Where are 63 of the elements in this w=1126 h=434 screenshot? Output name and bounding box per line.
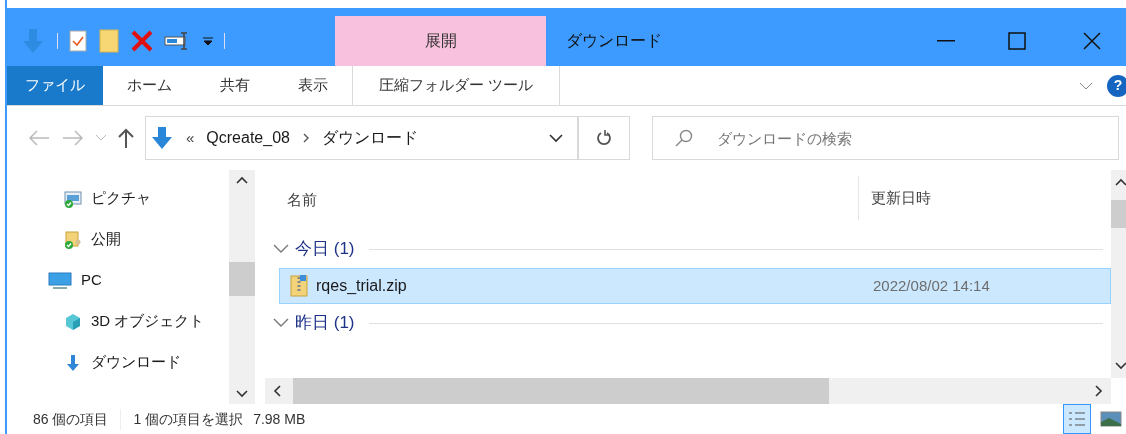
scroll-up-icon[interactable] <box>236 176 248 184</box>
scroll-up-icon[interactable] <box>1115 178 1126 186</box>
refresh-button[interactable] <box>578 116 630 160</box>
address-bar[interactable]: « Qcreate_08 ダウンロード <box>145 116 578 160</box>
computer-icon <box>47 270 73 291</box>
search-icon <box>674 128 694 148</box>
item-count: 86 個の項目 <box>33 408 122 430</box>
details-view-button[interactable] <box>1063 404 1091 434</box>
scroll-right-icon[interactable] <box>1095 385 1103 397</box>
refresh-icon <box>596 129 612 147</box>
group-header[interactable]: 今日 (1) <box>295 236 355 262</box>
selection-size: 7.98 MB <box>253 409 306 429</box>
path-overflow[interactable]: « <box>186 126 195 150</box>
file-name: rqes_trial.zip <box>316 276 407 296</box>
scrollbar-thumb[interactable] <box>293 378 829 404</box>
scrollbar-thumb[interactable] <box>1111 200 1126 228</box>
nav-scrollbar[interactable] <box>229 170 255 404</box>
nav-item[interactable]: 公開 <box>7 219 229 260</box>
caret-icon[interactable] <box>549 133 563 143</box>
shared-folder-icon <box>63 229 83 250</box>
chevron-icon <box>301 132 310 144</box>
group-header[interactable]: 昨日 (1) <box>295 310 355 336</box>
dropdown-icon[interactable] <box>202 35 214 47</box>
minimize-icon <box>937 40 955 42</box>
ribbon-tab[interactable]: ホーム <box>103 66 196 105</box>
nav-item[interactable]: 3D オブジェクト <box>7 301 229 342</box>
ribbon-tab[interactable]: 圧縮フォルダー ツール <box>352 66 560 105</box>
delete-icon <box>130 29 154 53</box>
nav-item[interactable]: ダウンロード <box>7 342 229 383</box>
details-list-icon <box>1067 410 1087 428</box>
expand-ribbon-icon[interactable] <box>1079 80 1093 91</box>
ribbon-tab[interactable]: ファイル <box>7 66 103 105</box>
group-caret-icon[interactable] <box>273 244 289 254</box>
modified-date: 2022/08/02 14:14 <box>872 275 990 296</box>
nav-item[interactable]: PC <box>7 260 229 301</box>
pictures-folder-icon <box>63 188 83 209</box>
landscape-picture-icon <box>1100 411 1122 427</box>
path-segment[interactable]: Qcreate_08 <box>204 126 292 150</box>
search-field[interactable]: ダウンロードの検索 <box>652 116 1119 160</box>
nav-item[interactable]: ピクチャ <box>7 178 229 219</box>
zip-folder-icon <box>290 274 308 298</box>
scrollbar-thumb[interactable] <box>229 262 255 296</box>
column-header[interactable]: 名前 <box>265 170 858 230</box>
selection-info: 1 個の項目を選択 <box>132 409 245 429</box>
scroll-down-icon[interactable] <box>236 390 248 398</box>
list-scrollbar[interactable] <box>1111 170 1126 378</box>
ribbon-tab[interactable]: 表示 <box>274 66 352 105</box>
contextual-tab-group: 展開 <box>335 16 546 66</box>
window-title: ダウンロード <box>565 31 663 51</box>
close-icon <box>1083 32 1101 50</box>
horizontal-scrollbar[interactable] <box>265 378 1111 404</box>
scroll-down-icon[interactable] <box>1115 362 1126 370</box>
cube-icon <box>63 311 83 332</box>
help-button[interactable]: ? <box>1107 74 1126 97</box>
scroll-left-icon[interactable] <box>273 385 281 397</box>
path-segment[interactable]: ダウンロード <box>319 126 420 150</box>
maximize-icon <box>1008 32 1026 50</box>
group-caret-icon[interactable] <box>273 318 289 328</box>
ribbon-tab[interactable]: 共有 <box>196 66 274 105</box>
folder-icon <box>98 28 120 54</box>
checked-document-icon <box>68 29 88 53</box>
up-arrow-icon[interactable] <box>117 127 135 149</box>
file-row[interactable]: rqes_trial.zip 2022/08/02 14:14 <box>279 268 1111 304</box>
